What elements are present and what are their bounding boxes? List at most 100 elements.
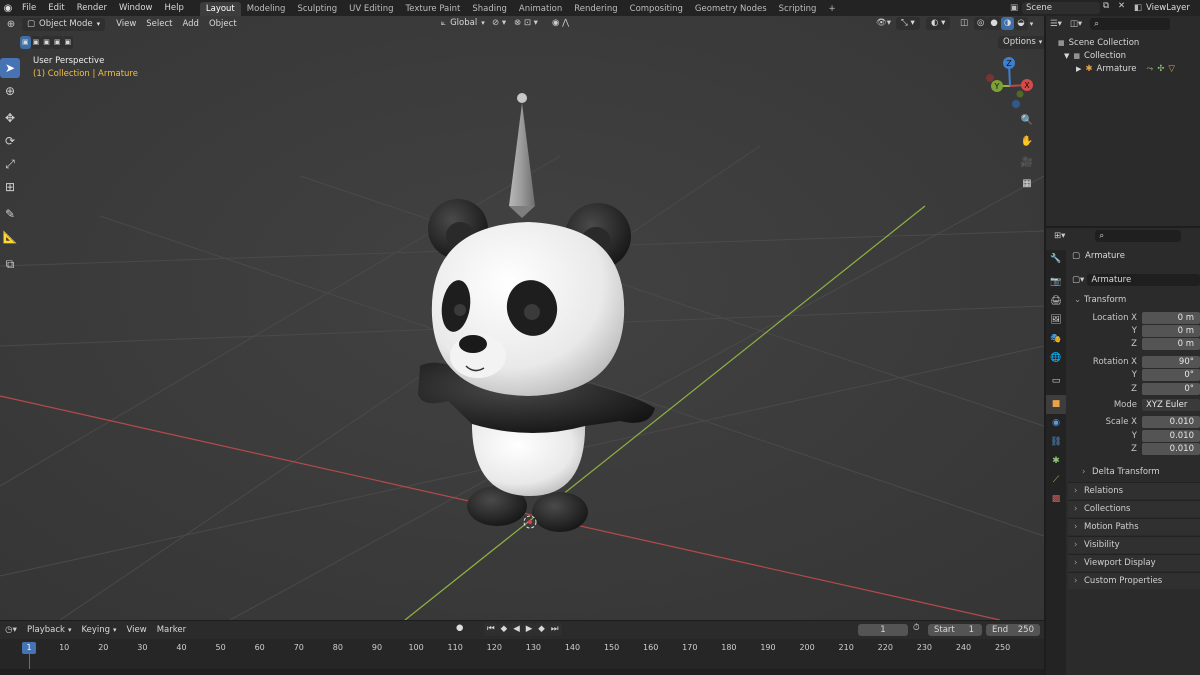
render-tab-icon[interactable]: 📷 bbox=[1046, 273, 1066, 292]
start-frame-field[interactable]: Start 1 bbox=[928, 624, 982, 636]
outliner-row-armature[interactable]: ▶ ✱ Armature ⤳ ✣ ▽ bbox=[1058, 62, 1200, 76]
snap-icon[interactable]: ⊗ ⊡ ▾ bbox=[514, 18, 538, 28]
display-mode-icon[interactable]: ◫▾ bbox=[1070, 19, 1082, 29]
scale-y-field[interactable]: 0.010 bbox=[1142, 429, 1200, 442]
viewport-menu-select[interactable]: Select bbox=[141, 16, 177, 32]
end-frame-field[interactable]: End 250 bbox=[986, 624, 1040, 636]
proportional-edit-icon[interactable]: ◉ ⋀ bbox=[552, 18, 569, 28]
viewport-menu-view[interactable]: View bbox=[111, 16, 141, 32]
rotation-y-field[interactable]: 0° bbox=[1142, 369, 1200, 382]
world-tab-icon[interactable]: 🌐 bbox=[1046, 349, 1066, 368]
object-type-icon[interactable]: ▢▾ bbox=[1072, 275, 1084, 285]
tool-tab-icon[interactable]: 🔧 bbox=[1046, 250, 1066, 269]
scene-tab-icon[interactable]: 🎭 bbox=[1046, 330, 1066, 349]
pan-hand-icon[interactable]: ✋ bbox=[1018, 133, 1036, 151]
tab-rendering[interactable]: Rendering bbox=[568, 2, 623, 16]
tab-sculpting[interactable]: Sculpting bbox=[291, 2, 343, 16]
tab-compositing[interactable]: Compositing bbox=[624, 2, 689, 16]
current-frame-field[interactable]: 1 bbox=[858, 624, 908, 636]
rotation-z-field[interactable]: 0° bbox=[1142, 382, 1200, 395]
select-box-tool-icon[interactable]: ➤ bbox=[0, 58, 20, 78]
outliner-editor-icon[interactable]: ☰▾ bbox=[1050, 19, 1062, 29]
jump-keyframe-forward-icon[interactable]: ◆ bbox=[535, 623, 548, 636]
play-reverse-icon[interactable]: ◀ bbox=[510, 623, 523, 636]
tab-texture-paint[interactable]: Texture Paint bbox=[400, 2, 467, 16]
navigation-gizmo[interactable]: X Y Z bbox=[982, 56, 1042, 116]
output-tab-icon[interactable]: 🖨 bbox=[1046, 292, 1066, 311]
blender-logo-icon[interactable]: ◉ bbox=[0, 3, 16, 14]
tab-modeling[interactable]: Modeling bbox=[241, 2, 292, 16]
timeline-menu-playback[interactable]: Playback ▾ bbox=[22, 623, 76, 637]
collections-section[interactable]: › Collections bbox=[1068, 499, 1200, 517]
select-subtract-icon[interactable]: ▣ bbox=[41, 36, 52, 49]
view-layer-tab-icon[interactable]: 🖼 bbox=[1046, 311, 1066, 330]
viewport-menu-add[interactable]: Add bbox=[178, 16, 204, 32]
jump-start-icon[interactable]: ⏮ bbox=[484, 623, 498, 636]
menu-help[interactable]: Help bbox=[158, 0, 189, 16]
view-layer-selector[interactable]: ◧ ViewLayer bbox=[1134, 2, 1190, 14]
location-x-field[interactable]: 0 m bbox=[1142, 311, 1200, 324]
visibility-section[interactable]: › Visibility bbox=[1068, 535, 1200, 553]
texture-tab-icon[interactable]: ▩ bbox=[1046, 490, 1066, 509]
scale-x-field[interactable]: 0.010 bbox=[1142, 416, 1200, 429]
timeline-editor-icon[interactable]: ◷▾ bbox=[0, 625, 22, 635]
perspective-grid-icon[interactable]: ▦ bbox=[1018, 175, 1036, 193]
tab-layout[interactable]: Layout bbox=[199, 1, 241, 16]
add-cube-tool-icon[interactable]: ⧉ bbox=[0, 254, 20, 274]
rendered-shading-icon[interactable]: ◒ bbox=[1014, 17, 1028, 30]
pose-icon[interactable]: ⤳ bbox=[1146, 64, 1153, 74]
gizmo-toggle-icon[interactable]: ⤡ ▾ bbox=[896, 17, 920, 30]
menu-window[interactable]: Window bbox=[113, 0, 159, 16]
scene-selector[interactable]: ▣ Scene bbox=[1010, 2, 1101, 14]
material-shading-icon[interactable]: ◑ bbox=[1000, 17, 1015, 30]
tab-scripting[interactable]: Scripting bbox=[773, 2, 823, 16]
tab-geometry-nodes[interactable]: Geometry Nodes bbox=[689, 2, 773, 16]
expand-arrow-icon[interactable]: ▶ bbox=[1076, 65, 1081, 73]
motion-paths-section[interactable]: › Motion Paths bbox=[1068, 517, 1200, 535]
jump-keyframe-back-icon[interactable]: ◆ bbox=[497, 623, 511, 636]
preview-range-icon[interactable]: ⏱ bbox=[913, 623, 920, 633]
timeline-ruler[interactable]: 1 10 20 30 40 50 60 70 80 90 100 110 120 130 140 150 160… bbox=[0, 639, 1044, 675]
xray-icon[interactable]: ◫ bbox=[960, 18, 968, 28]
3d-viewport[interactable]: ⊕ ▢ Object Mode ▾ View Select Add Object… bbox=[0, 16, 1044, 620]
delta-transform-section[interactable]: › Delta Transform bbox=[1068, 464, 1200, 481]
bone-tab-icon[interactable]: ⟋ bbox=[1046, 471, 1066, 490]
constraint-icon[interactable]: ▽ bbox=[1168, 64, 1175, 74]
view-layer-name[interactable]: ViewLayer bbox=[1146, 3, 1190, 13]
timeline-menu-view[interactable]: View bbox=[122, 623, 152, 637]
move-tool-icon[interactable]: ✥ bbox=[0, 108, 20, 128]
object-tab-icon[interactable]: ■ bbox=[1046, 395, 1066, 414]
transform-orientation-dropdown[interactable]: ⟀ Global ▾ bbox=[436, 17, 490, 30]
rotation-x-field[interactable]: 90° bbox=[1142, 355, 1200, 368]
custom-properties-section[interactable]: › Custom Properties bbox=[1068, 571, 1200, 589]
location-y-field[interactable]: 0 m bbox=[1142, 325, 1200, 338]
constraints-tab-icon[interactable]: ⛓ bbox=[1046, 433, 1066, 452]
menu-edit[interactable]: Edit bbox=[42, 0, 70, 16]
scene-name-field[interactable]: Scene bbox=[1022, 2, 1101, 14]
pivot-point-icon[interactable]: ⊘ ▾ bbox=[492, 18, 506, 28]
tab-animation[interactable]: Animation bbox=[513, 2, 568, 16]
location-z-field[interactable]: 0 m bbox=[1142, 338, 1200, 351]
select-new-icon[interactable]: ▣ bbox=[20, 36, 31, 49]
measure-tool-icon[interactable]: 📐 bbox=[0, 227, 20, 247]
tab-shading[interactable]: Shading bbox=[466, 2, 513, 16]
transform-tool-icon[interactable]: ⊞ bbox=[0, 177, 20, 197]
close-scene-icon[interactable]: ✕ bbox=[1118, 1, 1125, 11]
menu-file[interactable]: File bbox=[16, 0, 42, 16]
editor-type-icon[interactable]: ⊕ bbox=[0, 19, 22, 30]
menu-render[interactable]: Render bbox=[71, 0, 113, 16]
viewport-menu-object[interactable]: Object bbox=[204, 16, 242, 32]
select-intersect-icon[interactable]: ▣ bbox=[62, 36, 74, 49]
cursor-tool-icon[interactable]: ⊕ bbox=[0, 81, 20, 101]
physics-tab-icon[interactable]: ◉ bbox=[1046, 414, 1066, 433]
options-dropdown[interactable]: Options ▾ bbox=[998, 36, 1044, 49]
properties-search-input[interactable]: ⌕ bbox=[1095, 230, 1182, 242]
outliner-row-scene-collection[interactable]: ▦ Scene Collection bbox=[1058, 36, 1200, 49]
relations-section[interactable]: › Relations bbox=[1068, 481, 1200, 499]
wireframe-shading-icon[interactable]: ◎ bbox=[974, 17, 988, 30]
collection-tab-icon[interactable]: ▭ bbox=[1046, 372, 1066, 391]
camera-view-icon[interactable]: 🎥 bbox=[1018, 154, 1036, 172]
timeline-menu-keying[interactable]: Keying ▾ bbox=[76, 623, 121, 637]
data-tab-icon[interactable]: ✱ bbox=[1046, 452, 1066, 471]
zoom-icon[interactable]: 🔍 bbox=[1018, 112, 1036, 130]
